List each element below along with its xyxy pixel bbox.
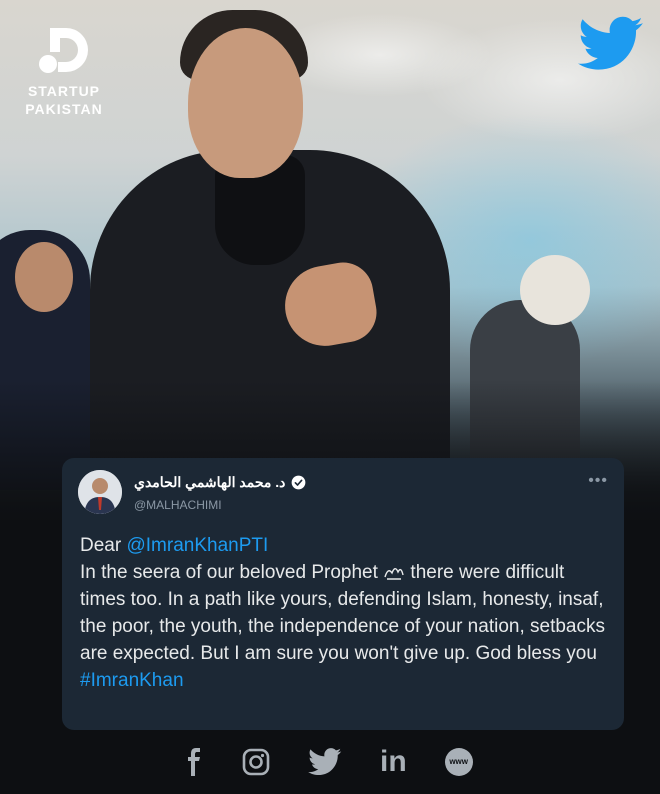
twitter-icon[interactable]: [308, 748, 342, 776]
social-bar: in www: [184, 747, 473, 777]
tweet-text-part1: In the seera of our beloved Prophet: [80, 562, 384, 583]
mention-link[interactable]: @ImranKhanPTI: [126, 535, 268, 556]
startup-pakistan-logo: STARTUP PAKISTAN: [14, 18, 114, 118]
tweet-greeting: Dear: [80, 535, 127, 556]
author-display-name[interactable]: د. محمد الهاشمي الحامدي: [134, 474, 285, 491]
twitter-bird-icon: [578, 16, 643, 70]
avatar-portrait-icon: [78, 470, 122, 514]
facebook-icon[interactable]: [184, 748, 204, 776]
main-subject-head: [188, 28, 303, 178]
post-image: STARTUP PAKISTAN د. محمد الهاشمي الحامدي…: [0, 0, 660, 794]
author-name-row: د. محمد الهاشمي الحامدي: [134, 474, 306, 491]
logo-text-line2: PAKISTAN: [25, 101, 103, 117]
tweet-card[interactable]: د. محمد الهاشمي الحامدي @MALHACHIMI ••• …: [62, 458, 624, 730]
logo-text-line1: STARTUP: [27, 83, 101, 99]
website-icon[interactable]: www: [444, 748, 473, 776]
hashtag-link[interactable]: #ImranKhan: [80, 670, 184, 691]
tweet-text: Dear @ImranKhanPTI In the seera of our b…: [80, 532, 612, 694]
verified-badge-icon: [292, 475, 306, 490]
startup-pakistan-logo-icon: [39, 28, 88, 73]
more-options-icon[interactable]: •••: [588, 472, 608, 490]
instagram-icon[interactable]: [242, 748, 270, 776]
avatar[interactable]: [78, 470, 122, 514]
linkedin-icon[interactable]: in: [380, 747, 407, 777]
author-handle[interactable]: @MALHACHIMI: [134, 498, 222, 512]
background-person-head: [15, 242, 73, 312]
arabic-honorific-glyph-icon: [384, 568, 404, 580]
background-person-head: [520, 255, 590, 325]
